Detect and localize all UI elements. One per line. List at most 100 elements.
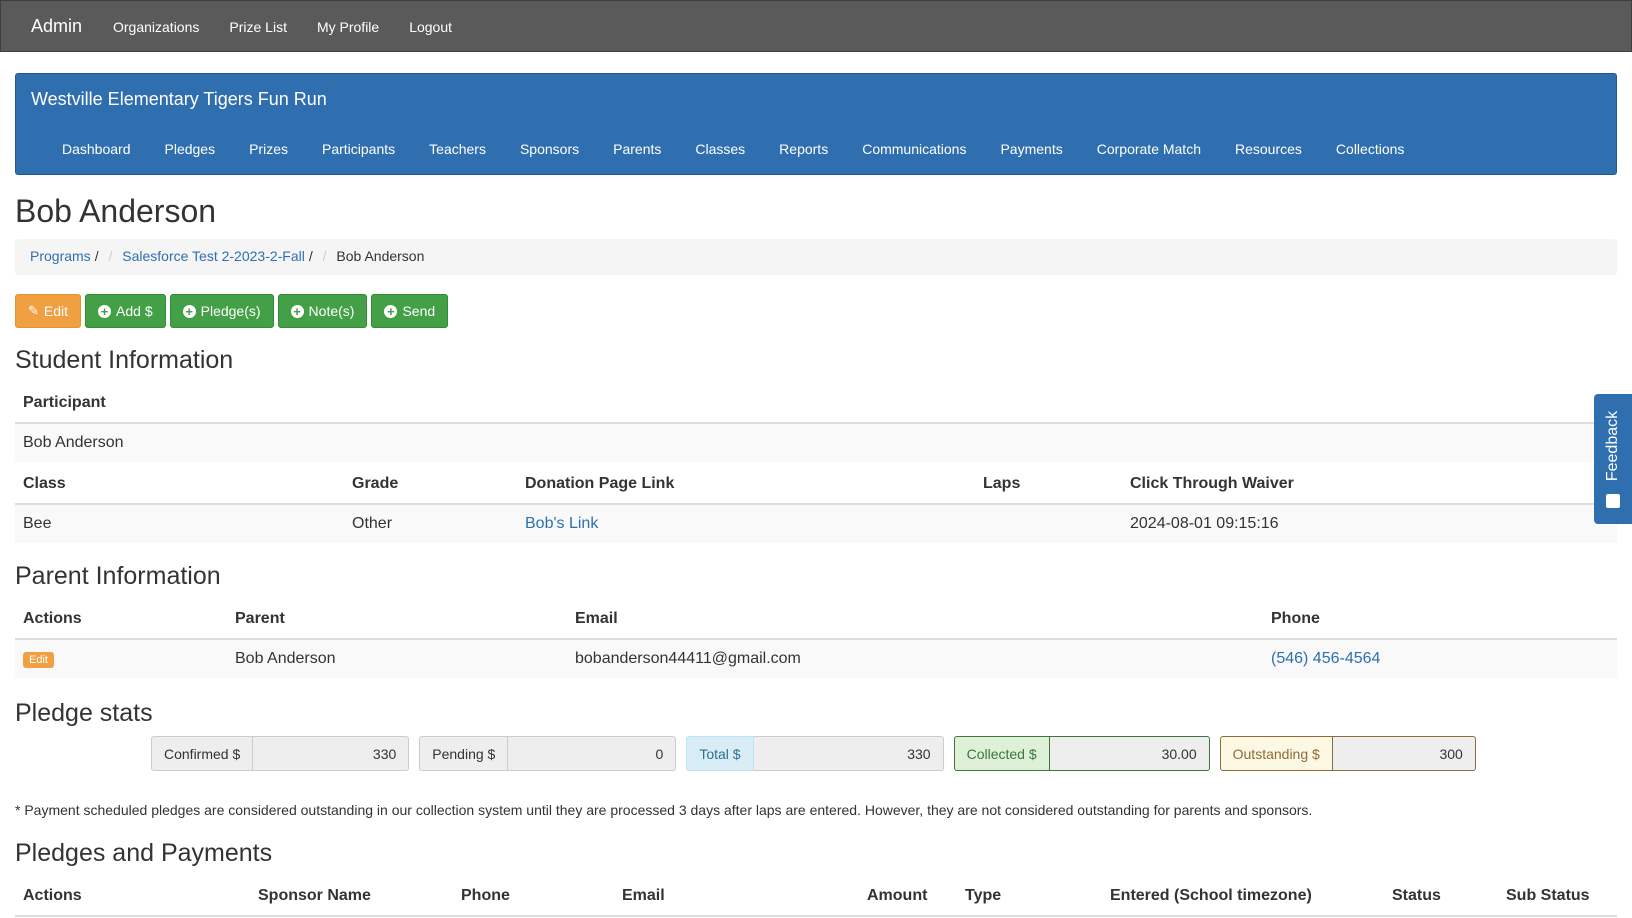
total-value: 330 [753,736,944,771]
pledge-stats: Confirmed $ 330 Pending $ 0 Total $ 330 … [151,736,1486,771]
send-button[interactable]: + Send [371,294,449,328]
waiver-header: Click Through Waiver [1122,464,1617,505]
add-notes-button[interactable]: + Note(s) [277,294,368,328]
page-title: Bob Anderson [15,193,217,229]
org-nav-collections[interactable]: Collections [1336,141,1404,157]
parent-email-header: Email [567,599,1263,640]
add-notes-label: Note(s) [308,303,355,319]
participant-name: Bob Anderson [15,422,1617,462]
feedback-icon [1606,494,1620,508]
participant-header: Participant [15,383,1617,424]
donation-page-link[interactable]: Bob's Link [525,515,598,532]
student-details-table: Class Grade Donation Page Link Laps Clic… [15,464,1617,543]
organization-title: Westville Elementary Tigers Fun Run [31,89,327,109]
org-nav-communications[interactable]: Communications [862,141,966,157]
student-laps [975,503,1122,543]
add-money-label: Add $ [116,303,153,319]
top-navbar: Admin Organizations Prize List My Profil… [0,0,1632,52]
outstanding-value: 300 [1332,736,1476,771]
outstanding-stat: Outstanding $ 300 [1219,736,1476,771]
add-money-button[interactable]: + Add $ [85,294,166,328]
pending-stat: Pending $ 0 [419,736,677,771]
nav-organizations[interactable]: Organizations [113,19,199,35]
breadcrumb-current: Bob Anderson [336,248,425,264]
parent-name-header: Parent [227,599,567,640]
feedback-label: Feedback [1604,410,1621,482]
organization-nav: Dashboard Pledges Prizes Participants Te… [62,141,1438,157]
nav-my-profile[interactable]: My Profile [317,19,379,35]
pending-value: 0 [508,736,677,771]
student-class: Bee [15,503,344,543]
top-nav-links: Organizations Prize List My Profile Logo… [113,19,482,35]
amount-header: Amount [859,876,957,917]
collection-note: * Payment scheduled pledges are consider… [15,802,1313,818]
org-nav-dashboard[interactable]: Dashboard [62,141,131,157]
pledge-actions-header: Actions [15,876,250,917]
confirmed-label: Confirmed $ [151,736,254,771]
pledge-email-header: Email [614,876,859,917]
plus-circle-icon: + [98,304,112,318]
sub-status-header: Sub Status [1498,876,1617,917]
org-nav-sponsors[interactable]: Sponsors [520,141,579,157]
collected-value: 30.00 [1049,736,1210,771]
pledges-table: Actions Sponsor Name Phone Email Amount … [15,876,1617,917]
action-buttons: ✎ Edit + Add $ + Pledge(s) + Note(s) + S… [15,294,452,328]
student-info-heading: Student Information [15,346,234,374]
send-label: Send [402,303,436,319]
nav-prize-list[interactable]: Prize List [229,19,287,35]
breadcrumb-programs[interactable]: Programs [30,248,91,264]
pencil-icon: ✎ [28,303,39,318]
breadcrumb-program[interactable]: Salesforce Test 2-2023-2-Fall [122,248,305,264]
collected-label: Collected $ [953,736,1050,771]
plus-circle-icon: + [290,304,304,318]
org-nav-teachers[interactable]: Teachers [429,141,486,157]
edit-button[interactable]: ✎ Edit [15,294,82,328]
feedback-tab[interactable]: Feedback [1594,394,1632,524]
parent-name: Bob Anderson [227,638,567,678]
nav-logout[interactable]: Logout [409,19,452,35]
total-label: Total $ [686,736,754,771]
student-grade: Other [344,503,517,543]
parent-table: Actions Parent Email Phone Edit Bob Ande… [15,599,1617,678]
type-header: Type [957,876,1102,917]
confirmed-value: 330 [253,736,410,771]
waiver-timestamp: 2024-08-01 09:15:16 [1122,503,1617,543]
add-pledges-label: Pledge(s) [200,303,261,319]
org-nav-payments[interactable]: Payments [1000,141,1062,157]
collected-stat: Collected $ 30.00 [953,736,1210,771]
confirmed-stat: Confirmed $ 330 [151,736,410,771]
outstanding-label: Outstanding $ [1219,736,1333,771]
admin-brand[interactable]: Admin [31,16,82,37]
org-nav-resources[interactable]: Resources [1235,141,1302,157]
grade-header: Grade [344,464,517,505]
class-header: Class [15,464,344,505]
edit-button-label: Edit [43,303,69,319]
parent-phone-link[interactable]: (546) 456-4564 [1271,650,1380,667]
parent-email: bobanderson44411@gmail.com [567,638,1263,678]
parent-actions-header: Actions [15,599,227,640]
breadcrumb: Programs / / Salesforce Test 2-2023-2-Fal… [15,239,1617,275]
sponsor-name-header: Sponsor Name [250,876,453,917]
add-pledges-button[interactable]: + Pledge(s) [169,294,274,328]
org-nav-prizes[interactable]: Prizes [249,141,288,157]
pending-label: Pending $ [419,736,509,771]
status-header: Status [1384,876,1498,917]
pledge-stats-heading: Pledge stats [15,699,153,727]
participant-table: Participant Bob Anderson [15,383,1617,462]
plus-circle-icon: + [182,304,196,318]
entered-header: Entered (School timezone) [1102,876,1384,917]
organization-panel: Westville Elementary Tigers Fun Run Dash… [15,73,1617,175]
org-nav-corporate-match[interactable]: Corporate Match [1097,141,1201,157]
parent-phone-header: Phone [1263,599,1617,640]
org-nav-parents[interactable]: Parents [613,141,661,157]
org-nav-reports[interactable]: Reports [779,141,828,157]
donation-link-header: Donation Page Link [517,464,975,505]
pledge-phone-header: Phone [453,876,614,917]
parent-edit-button[interactable]: Edit [23,652,54,668]
laps-header: Laps [975,464,1122,505]
total-stat: Total $ 330 [686,736,944,771]
org-nav-participants[interactable]: Participants [322,141,395,157]
org-nav-pledges[interactable]: Pledges [165,141,216,157]
org-nav-classes[interactable]: Classes [695,141,745,157]
plus-circle-icon: + [384,304,398,318]
